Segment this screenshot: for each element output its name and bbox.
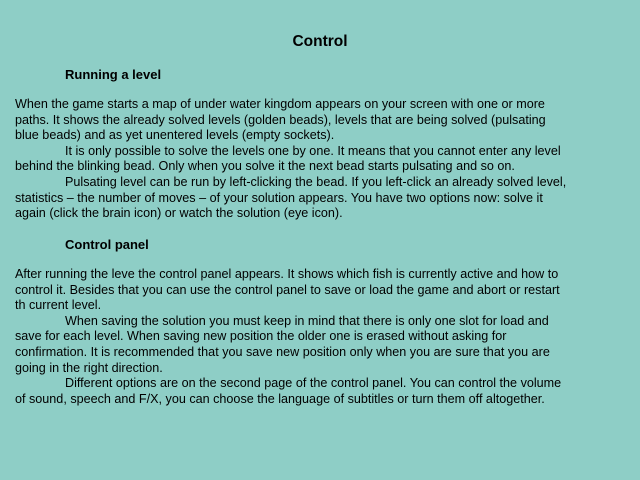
text-line: When the game starts a map of under wate…	[15, 97, 545, 111]
text-line: It is only possible to solve the levels …	[65, 143, 561, 158]
text-line: of sound, speech and F/X, you can choose…	[15, 391, 545, 406]
running-a-level-text: When the game starts a map of under wate…	[15, 97, 630, 222]
text-line: control it. Besides that you can use the…	[15, 282, 560, 297]
text-line: When saving the solution you must keep i…	[65, 313, 549, 328]
text-line: save for each level. When saving new pos…	[15, 329, 507, 344]
text-line: Different options are on the second page…	[65, 376, 562, 391]
text-line: again (click the brain icon) or watch th…	[15, 206, 343, 221]
control-panel-text: After running the leve the control panel…	[15, 267, 630, 407]
text-line: After running the leve the control panel…	[15, 267, 559, 281]
help-page: Control Running a level When the game st…	[0, 0, 640, 480]
text-line: confirmation. It is recommended that you…	[15, 344, 550, 359]
text-line: blue beads) and as yet unentered levels …	[15, 128, 335, 143]
text-line: going in the right direction.	[15, 360, 163, 375]
heading-running-a-level: Running a level	[65, 67, 162, 82]
text-line: Pulsating level can be run by left-click…	[65, 174, 567, 189]
text-line: th current level.	[15, 298, 102, 313]
heading-control-panel: Control panel	[65, 237, 149, 252]
text-line: statistics – the number of moves – of yo…	[15, 190, 543, 205]
page-title: Control	[292, 33, 348, 50]
text-line: paths. It shows the already solved level…	[15, 112, 546, 127]
text-line: behind the blinking bead. Only when you …	[15, 159, 515, 174]
